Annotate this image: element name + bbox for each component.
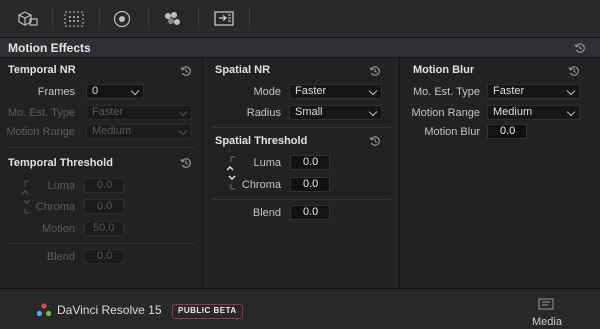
spatial-threshold-reset-icon[interactable] [369, 134, 381, 146]
footer-bar: DaVinci Resolve 15 PUBLIC BETA Media [0, 288, 600, 329]
temporal-blend-input[interactable]: 0.0 [84, 249, 124, 264]
temporal-chroma-label: Chroma [35, 201, 75, 213]
temporal-motion-label: Motion [41, 223, 75, 235]
public-beta-badge: PUBLIC BETA [172, 304, 243, 319]
section-divider [213, 127, 391, 128]
panel-header: Motion Effects [0, 37, 600, 58]
link-bracket-disabled-icon[interactable] [19, 180, 33, 219]
keyframe-export-icon[interactable] [202, 0, 246, 37]
section-divider [8, 243, 194, 244]
media-page-button[interactable]: Media [532, 316, 562, 328]
chevron-down-icon [130, 86, 140, 96]
reset-all-icon[interactable] [574, 41, 586, 59]
spatial-mode-dropdown[interactable]: Faster [289, 84, 382, 99]
chevron-down-icon [178, 126, 188, 136]
temporal-threshold-title: Temporal Threshold [8, 157, 113, 169]
chevron-down-icon [368, 107, 378, 117]
circle-target-icon[interactable] [100, 0, 144, 37]
spatial-mode-value: Faster [295, 85, 327, 97]
temporal-nr-reset-icon[interactable] [180, 64, 192, 76]
spatial-blend-label: Blend [252, 207, 281, 219]
blur-motion-range-value: Medium [493, 106, 533, 118]
toolbar [0, 0, 600, 37]
resolve-logo-icon [36, 303, 52, 322]
chevron-down-icon [566, 107, 576, 117]
blur-mo-est-type-label: Mo. Est. Type [412, 86, 480, 98]
temporal-mo-est-type-label: Mo. Est. Type [7, 107, 75, 119]
temporal-blend-label: Blend [46, 251, 75, 263]
toolbar-divider [249, 8, 250, 30]
spatial-threshold-title: Spatial Threshold [215, 135, 308, 147]
spatial-nr-reset-icon[interactable] [369, 64, 381, 76]
spatial-radius-dropdown[interactable]: Small [289, 105, 382, 120]
motion-blur-label: Motion Blur [424, 126, 480, 138]
temporal-luma-label: Luma [47, 180, 75, 192]
section-divider [213, 199, 391, 200]
chevron-down-icon [566, 86, 576, 96]
temporal-motion-input[interactable]: 50.0 [84, 221, 124, 236]
temporal-nr-title: Temporal NR [8, 64, 76, 76]
spatial-mode-label: Mode [253, 86, 281, 98]
blur-mo-est-type-value: Faster [493, 85, 525, 97]
temporal-chroma-input[interactable]: 0.0 [84, 199, 124, 214]
spatial-blend-input[interactable]: 0.0 [290, 205, 330, 220]
spatial-chroma-label: Chroma [241, 179, 281, 191]
motion-blur-title: Motion Blur [413, 64, 475, 76]
blur-motion-range-dropdown[interactable]: Medium [487, 105, 580, 120]
cube-3d-icon[interactable] [5, 0, 49, 37]
spatial-luma-input[interactable]: 0.0 [290, 155, 330, 170]
motion-blur-input[interactable]: 0.0 [487, 124, 527, 139]
frames-label: Frames [37, 86, 75, 98]
frames-dropdown[interactable]: 0 [86, 84, 144, 99]
frames-value: 0 [92, 85, 99, 97]
app-name: DaVinci Resolve 15 [57, 303, 162, 317]
spatial-nr-title: Spatial NR [215, 64, 271, 76]
temporal-motion-range-dropdown[interactable]: Medium [86, 124, 192, 139]
color-dots-icon[interactable] [150, 0, 194, 37]
temporal-luma-input[interactable]: 0.0 [84, 178, 124, 193]
spatial-chroma-input[interactable]: 0.0 [290, 177, 330, 192]
panel-title: Motion Effects [8, 41, 91, 55]
toolbar-divider [148, 8, 149, 30]
temporal-mo-est-type-value: Faster [92, 106, 124, 118]
media-icon[interactable] [538, 297, 554, 315]
spatial-luma-label: Luma [253, 157, 281, 169]
chevron-down-icon [178, 107, 188, 117]
chevron-down-icon [368, 86, 378, 96]
motion-blur-reset-icon[interactable] [568, 64, 580, 76]
temporal-threshold-reset-icon[interactable] [180, 156, 192, 168]
blur-motion-range-label: Motion Range [411, 107, 481, 119]
temporal-motion-range-value: Medium [92, 125, 132, 137]
blur-mo-est-type-dropdown[interactable]: Faster [487, 84, 580, 99]
grid-dots-icon[interactable] [52, 0, 96, 37]
spatial-radius-value: Small [295, 106, 323, 118]
link-bracket-icon[interactable] [224, 156, 238, 195]
section-divider [8, 147, 194, 148]
spatial-radius-label: Radius [246, 107, 281, 119]
toolbar-divider [198, 8, 199, 30]
temporal-motion-range-label: Motion Range [6, 126, 76, 138]
temporal-mo-est-type-dropdown[interactable]: Faster [86, 105, 192, 120]
